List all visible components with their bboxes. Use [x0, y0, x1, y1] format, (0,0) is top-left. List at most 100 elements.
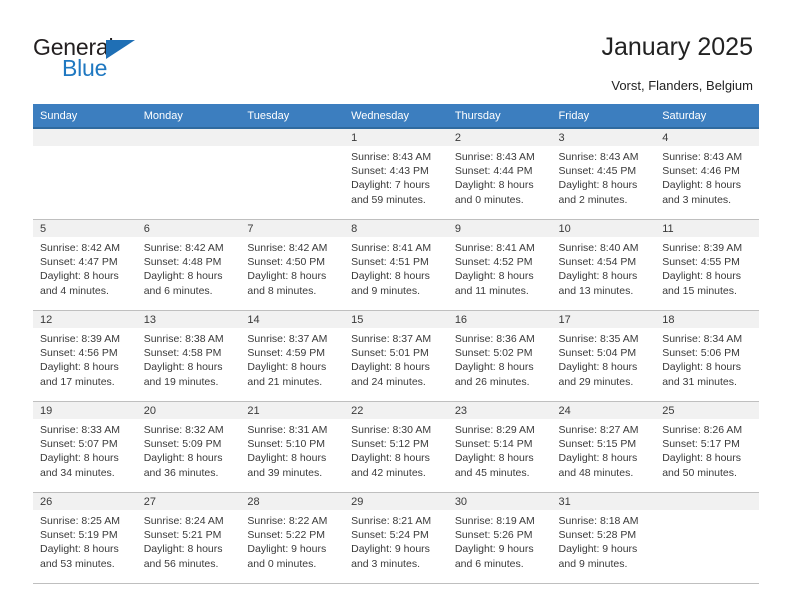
- day-sun-info: Sunrise: 8:37 AM Sunset: 4:59 PM Daylight:…: [240, 328, 344, 389]
- day-number: 7: [240, 220, 345, 237]
- sunrise-time: Sunrise: 8:26 AM: [662, 424, 743, 436]
- calendar-day-cell[interactable]: 17 Sunrise: 8:35 AM Sunset: 5:04 PM Dayligh…: [551, 310, 656, 402]
- day-number: 28: [240, 493, 345, 510]
- calendar-day-cell[interactable]: 24 Sunrise: 8:27 AM Sunset: 5:15 PM Dayligh…: [551, 401, 656, 493]
- calendar-page: General Blue January 2025 Vorst, Flander…: [0, 0, 792, 612]
- day-number: 15: [344, 311, 448, 328]
- calendar-day-cell[interactable]: 30 Sunrise: 8:19 AM Sunset: 5:26 PM Dayligh…: [447, 492, 552, 584]
- calendar-cell-empty: [655, 492, 759, 584]
- daylight-duration-line2: and 21 minutes.: [247, 375, 323, 388]
- day-number: 30: [447, 493, 552, 510]
- calendar-table: Sunday Monday Tuesday Wednesday Thursday…: [33, 104, 759, 584]
- calendar-day-cell[interactable]: 19 Sunrise: 8:33 AM Sunset: 5:07 PM Dayligh…: [33, 401, 137, 493]
- sunrise-time: Sunrise: 8:39 AM: [40, 333, 120, 345]
- sunrise-time: Sunrise: 8:21 AM: [351, 515, 432, 527]
- day-cell-inner: 2 Sunrise: 8:43 AM Sunset: 4:44 PM Daylight…: [447, 129, 552, 219]
- calendar-day-cell[interactable]: 22 Sunrise: 8:30 AM Sunset: 5:12 PM Dayligh…: [344, 401, 448, 493]
- calendar-day-cell[interactable]: 10 Sunrise: 8:40 AM Sunset: 4:54 PM Dayligh…: [551, 219, 656, 311]
- calendar-day-cell[interactable]: 31 Sunrise: 8:18 AM Sunset: 5:28 PM Dayligh…: [551, 492, 656, 584]
- day-sun-info: Sunrise: 8:19 AM Sunset: 5:26 PM Daylight:…: [448, 510, 552, 571]
- day-cell-inner: 9 Sunrise: 8:41 AM Sunset: 4:52 PM Daylight…: [447, 220, 552, 310]
- calendar-day-cell[interactable]: 15 Sunrise: 8:37 AM Sunset: 5:01 PM Dayligh…: [344, 310, 448, 402]
- calendar-cell-empty: [240, 128, 345, 220]
- sunset-time: Sunset: 4:52 PM: [454, 256, 533, 269]
- sunrise-time: Sunrise: 8:24 AM: [143, 515, 224, 527]
- calendar-day-cell[interactable]: 25 Sunrise: 8:26 AM Sunset: 5:17 PM Dayligh…: [655, 401, 759, 493]
- daylight-duration-line1: Daylight: 8 hours: [40, 543, 119, 556]
- daylight-duration-line2: and 56 minutes.: [143, 557, 219, 570]
- weekday-header-thursday: Thursday: [447, 104, 552, 128]
- day-number: 4: [655, 129, 759, 146]
- sunset-time: Sunset: 5:22 PM: [247, 529, 326, 542]
- daylight-duration-line2: and 36 minutes.: [143, 466, 219, 479]
- calendar-day-cell[interactable]: 8 Sunrise: 8:41 AM Sunset: 4:51 PM Daylight…: [344, 219, 448, 311]
- day-sun-info: Sunrise: 8:43 AM Sunset: 4:44 PM Daylight:…: [448, 146, 552, 207]
- sunrise-time: Sunrise: 8:37 AM: [351, 333, 432, 345]
- day-number: 3: [551, 129, 656, 146]
- weekday-header-saturday: Saturday: [655, 104, 759, 128]
- calendar-week-row: 1 Sunrise: 8:43 AM Sunset: 4:43 PM Daylight…: [33, 128, 759, 220]
- daylight-duration-line2: and 8 minutes.: [247, 284, 317, 297]
- calendar-day-cell[interactable]: 4 Sunrise: 8:43 AM Sunset: 4:46 PM Daylight…: [655, 128, 759, 220]
- sunrise-time: Sunrise: 8:22 AM: [247, 515, 328, 527]
- calendar-day-cell[interactable]: 26 Sunrise: 8:25 AM Sunset: 5:19 PM Dayligh…: [33, 492, 137, 584]
- daylight-duration-line1: Daylight: 8 hours: [143, 452, 223, 465]
- calendar-day-cell[interactable]: 14 Sunrise: 8:37 AM Sunset: 4:59 PM Dayligh…: [240, 310, 345, 402]
- day-number: 31: [551, 493, 656, 510]
- calendar-day-cell[interactable]: 5 Sunrise: 8:42 AM Sunset: 4:47 PM Daylight…: [33, 219, 137, 311]
- calendar-day-cell[interactable]: 9 Sunrise: 8:41 AM Sunset: 4:52 PM Daylight…: [447, 219, 552, 311]
- sunset-time: Sunset: 4:59 PM: [247, 347, 326, 360]
- day-number: 24: [551, 402, 656, 419]
- weekday-header-tuesday: Tuesday: [240, 104, 345, 128]
- sunset-time: Sunset: 5:14 PM: [454, 438, 533, 451]
- general-blue-logo[interactable]: General Blue: [33, 36, 163, 88]
- calendar-day-cell[interactable]: 16 Sunrise: 8:36 AM Sunset: 5:02 PM Dayligh…: [447, 310, 552, 402]
- day-cell-inner: 12 Sunrise: 8:39 AM Sunset: 4:56 PM Dayligh…: [33, 311, 137, 401]
- daylight-duration-line2: and 53 minutes.: [40, 557, 115, 570]
- calendar-day-cell[interactable]: 6 Sunrise: 8:42 AM Sunset: 4:48 PM Daylight…: [136, 219, 241, 311]
- day-number: [33, 129, 137, 146]
- sunrise-time: Sunrise: 8:27 AM: [558, 424, 639, 436]
- logo-text-blue: Blue: [62, 55, 108, 81]
- calendar-day-cell[interactable]: 27 Sunrise: 8:24 AM Sunset: 5:21 PM Dayligh…: [136, 492, 241, 584]
- sunrise-time: Sunrise: 8:29 AM: [454, 424, 535, 436]
- sunset-time: Sunset: 4:46 PM: [662, 165, 740, 178]
- daylight-duration-line1: Daylight: 8 hours: [662, 361, 742, 374]
- calendar-day-cell[interactable]: 7 Sunrise: 8:42 AM Sunset: 4:50 PM Daylight…: [240, 219, 345, 311]
- daylight-duration-line1: Daylight: 8 hours: [558, 452, 638, 465]
- day-sun-info: Sunrise: 8:37 AM Sunset: 5:01 PM Daylight:…: [344, 328, 448, 389]
- day-sun-info: Sunrise: 8:43 AM Sunset: 4:45 PM Daylight:…: [552, 146, 656, 207]
- sunset-time: Sunset: 5:04 PM: [558, 347, 637, 360]
- calendar-day-cell[interactable]: 12 Sunrise: 8:39 AM Sunset: 4:56 PM Dayligh…: [33, 310, 137, 402]
- calendar-day-cell[interactable]: 23 Sunrise: 8:29 AM Sunset: 5:14 PM Dayligh…: [447, 401, 552, 493]
- calendar-day-cell[interactable]: 28 Sunrise: 8:22 AM Sunset: 5:22 PM Dayligh…: [240, 492, 345, 584]
- calendar-day-cell[interactable]: 13 Sunrise: 8:38 AM Sunset: 4:58 PM Dayligh…: [136, 310, 241, 402]
- day-cell-inner: 26 Sunrise: 8:25 AM Sunset: 5:19 PM Dayligh…: [33, 493, 137, 583]
- day-sun-info: Sunrise: 8:32 AM Sunset: 5:09 PM Daylight:…: [137, 419, 241, 480]
- calendar-day-cell[interactable]: 20 Sunrise: 8:32 AM Sunset: 5:09 PM Dayligh…: [136, 401, 241, 493]
- day-cell-inner: 13 Sunrise: 8:38 AM Sunset: 4:58 PM Dayligh…: [136, 311, 241, 401]
- calendar-day-cell[interactable]: 3 Sunrise: 8:43 AM Sunset: 4:45 PM Daylight…: [551, 128, 656, 220]
- calendar-day-cell[interactable]: 11 Sunrise: 8:39 AM Sunset: 4:55 PM Dayligh…: [655, 219, 759, 311]
- calendar-body: 1 Sunrise: 8:43 AM Sunset: 4:43 PM Daylight…: [33, 128, 759, 584]
- weekday-header-wednesday: Wednesday: [344, 104, 448, 128]
- day-cell-inner: 25 Sunrise: 8:26 AM Sunset: 5:17 PM Dayligh…: [655, 402, 759, 492]
- calendar-day-cell[interactable]: 18 Sunrise: 8:34 AM Sunset: 5:06 PM Dayligh…: [655, 310, 759, 402]
- daylight-duration-line2: and 3 minutes.: [351, 557, 420, 570]
- sunset-time: Sunset: 5:09 PM: [143, 438, 222, 451]
- day-number: 13: [136, 311, 241, 328]
- calendar-day-cell[interactable]: 29 Sunrise: 8:21 AM Sunset: 5:24 PM Dayligh…: [344, 492, 448, 584]
- calendar-day-cell[interactable]: 2 Sunrise: 8:43 AM Sunset: 4:44 PM Daylight…: [447, 128, 552, 220]
- day-cell-inner: 15 Sunrise: 8:37 AM Sunset: 5:01 PM Dayligh…: [344, 311, 448, 401]
- calendar-day-cell[interactable]: 1 Sunrise: 8:43 AM Sunset: 4:43 PM Daylight…: [344, 128, 448, 220]
- sunset-time: Sunset: 4:45 PM: [558, 165, 637, 178]
- daylight-duration-line1: Daylight: 9 hours: [558, 543, 638, 556]
- daylight-duration-line1: Daylight: 8 hours: [40, 361, 119, 374]
- day-number: 8: [344, 220, 448, 237]
- day-cell-inner: 17 Sunrise: 8:35 AM Sunset: 5:04 PM Dayligh…: [551, 311, 656, 401]
- day-sun-info: Sunrise: 8:42 AM Sunset: 4:50 PM Daylight:…: [240, 237, 344, 298]
- daylight-duration-line2: and 11 minutes.: [454, 284, 529, 297]
- sunrise-time: Sunrise: 8:37 AM: [247, 333, 328, 345]
- calendar-day-cell[interactable]: 21 Sunrise: 8:31 AM Sunset: 5:10 PM Dayligh…: [240, 401, 345, 493]
- daylight-duration-line1: Daylight: 8 hours: [558, 179, 638, 192]
